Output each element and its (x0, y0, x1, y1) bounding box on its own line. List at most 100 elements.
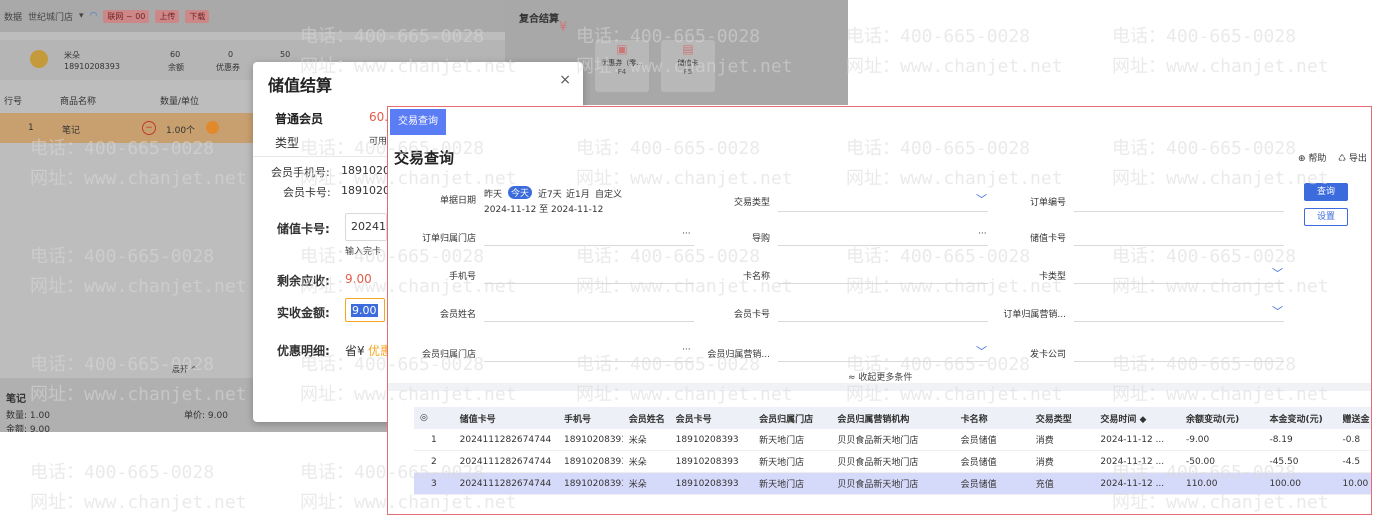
chevron-down-icon[interactable]: ﹀ (976, 343, 987, 359)
table-cell: 贝贝食品新天地门店 (831, 429, 955, 451)
table-cell: 贝贝食品新天地门店 (831, 472, 955, 495)
close-icon[interactable]: × (559, 72, 571, 88)
more-icon[interactable]: ··· (682, 229, 691, 239)
collapse-filters-link[interactable]: ≈ 收起更多条件 (848, 370, 912, 383)
table-cell: 消费 (1029, 429, 1095, 451)
row-no: 1 (28, 123, 34, 133)
column-header[interactable]: 会员姓名 (622, 407, 670, 429)
table-cell: 18910208393 (558, 429, 623, 451)
download-chip[interactable]: 下载 (185, 9, 210, 23)
chevron-down-icon: ▾ (79, 11, 84, 21)
column-header[interactable]: 会员归属营销机构 (831, 407, 955, 429)
table-cell: 18910208393 (558, 472, 623, 495)
chevron-down-icon[interactable]: ﹀ (1272, 303, 1283, 319)
settings-button[interactable]: 设置 (1304, 208, 1348, 226)
col-product-name: 商品名称 (60, 97, 97, 107)
results-table: ◎ 储值卡号 手机号 会员姓名 会员卡号 会员归属门店 会员归属营销机构 卡名称 交易类型 交易时… (414, 407, 1371, 495)
search-button[interactable]: 查询 (1304, 183, 1348, 201)
table-cell: 新天地门店 (753, 472, 832, 495)
table-cell: 3 (414, 472, 454, 495)
row-qty[interactable]: 1.00个 (166, 123, 195, 136)
watermark-phone: 电话：400-665-0028 (30, 462, 215, 483)
column-header[interactable]: 储值卡号 (453, 407, 559, 429)
column-header[interactable]: 余额变动(元) (1179, 407, 1264, 429)
card-name-input[interactable] (778, 283, 988, 284)
table-cell: 新天地门店 (753, 429, 832, 451)
member-name-label: 会员姓名 (439, 310, 476, 320)
export-link[interactable]: ♺ 导出 (1338, 151, 1367, 164)
member-name-input[interactable] (484, 321, 694, 322)
table-cell: 充值 (1029, 472, 1095, 495)
points-value: 50 (280, 50, 291, 59)
date-7days[interactable]: 近7天 (538, 187, 562, 200)
card-type-select[interactable] (1074, 283, 1284, 284)
date-1month[interactable]: 近1月 (566, 187, 590, 200)
table-cell: 18910208393 (669, 472, 754, 495)
column-header[interactable]: 赠送金 (1336, 407, 1371, 429)
phone-label: 会员手机号: (271, 166, 330, 179)
guide-label: 导购 (751, 234, 770, 244)
column-header[interactable]: 卡名称 (954, 407, 1030, 429)
upload-chip[interactable]: 上传 (155, 9, 180, 23)
column-header[interactable]: 会员归属门店 (753, 407, 832, 429)
phone-filter-input[interactable] (484, 283, 694, 284)
date-yesterday[interactable]: 昨天 (484, 187, 502, 200)
plus-icon[interactable] (206, 121, 219, 134)
col-line-no: 行号 (4, 97, 23, 107)
more-icon[interactable]: ··· (978, 229, 987, 239)
member-store-label: 会员归属门店 (421, 350, 476, 360)
order-store-input[interactable] (484, 245, 694, 246)
column-header-settings-icon[interactable]: ◎ (414, 407, 454, 429)
column-header[interactable]: 本金变动(元) (1263, 407, 1337, 429)
column-header[interactable]: 手机号 (558, 407, 623, 429)
watermark-site: 网址：www.chanjet.net (846, 56, 1063, 77)
table-cell: 会员储值 (954, 472, 1030, 495)
table-cell: 1 (414, 429, 454, 451)
column-header[interactable]: 交易时间 ◆ (1094, 407, 1180, 429)
store-name[interactable]: 世纪城门店 (28, 10, 73, 23)
tab-transaction-query[interactable]: 交易查询 × (390, 109, 446, 153)
storecard-tile[interactable]: ▤ 储值卡 F5 (661, 40, 715, 92)
chevron-down-icon[interactable]: ﹀ (1272, 265, 1283, 281)
order-org-select[interactable] (1074, 321, 1284, 322)
item-name: 笔记 (6, 394, 26, 405)
guide-input[interactable] (778, 245, 988, 246)
type-value: 可用 (369, 137, 388, 147)
table-cell: 18910208393 (669, 450, 754, 473)
storecard-no-input[interactable] (1074, 245, 1284, 246)
order-no-label: 订单编号 (1029, 198, 1066, 208)
col-qty-unit: 数量/单位 (160, 97, 200, 107)
received-label: 实收金额: (277, 306, 330, 320)
network-chip[interactable]: 联网 ~ 00 (103, 9, 150, 23)
column-header[interactable]: 交易类型 (1029, 407, 1095, 429)
watermark-phone: 电话：400-665-0028 (1112, 26, 1297, 47)
date-today[interactable]: 今天 (508, 186, 533, 199)
member-card-label: 会员卡号 (733, 310, 770, 320)
help-link[interactable]: ⊕ 帮助 (1298, 151, 1326, 164)
table-cell: 110.00 (1179, 472, 1264, 495)
minus-icon[interactable]: − (142, 121, 156, 135)
txn-type-select[interactable] (778, 211, 988, 212)
member-card-input[interactable] (778, 321, 988, 322)
yen-icon[interactable]: ¥ (559, 20, 567, 35)
table-row[interactable]: 1 2024111282674744 18910208393 米朵 1891020839… (414, 429, 1371, 451)
coupon-tile[interactable]: ▣ 优惠券（零... F4 (595, 40, 649, 92)
card-label: 会员卡号: (283, 186, 331, 199)
date-custom[interactable]: 自定义 (595, 187, 622, 200)
expand-toggle[interactable]: 展开 ^ (172, 364, 197, 375)
table-row[interactable]: 3 2024111282674744 18910208393 米朵 1891020839… (414, 472, 1371, 495)
column-header[interactable]: 会员卡号 (669, 407, 754, 429)
table-cell: 新天地门店 (753, 450, 832, 473)
issuer-input[interactable] (1074, 361, 1284, 362)
member-org-select[interactable] (778, 361, 988, 362)
chevron-down-icon[interactable]: ﹀ (976, 191, 987, 207)
storecard-hint: 输入完卡 (345, 247, 382, 257)
table-row[interactable]: 2 2024111282674744 18910208393 米朵 1891020839… (414, 450, 1371, 473)
date-range[interactable]: 2024-11-12 至 2024-11-12 (484, 202, 603, 215)
order-no-input[interactable] (1074, 211, 1284, 212)
member-store-input[interactable] (484, 361, 694, 362)
table-cell: 米朵 (622, 450, 670, 473)
table-cell: 消费 (1029, 450, 1095, 473)
remaining-label: 剩余应收: (277, 274, 330, 288)
table-cell: 2024-11-12 ... (1094, 429, 1180, 451)
